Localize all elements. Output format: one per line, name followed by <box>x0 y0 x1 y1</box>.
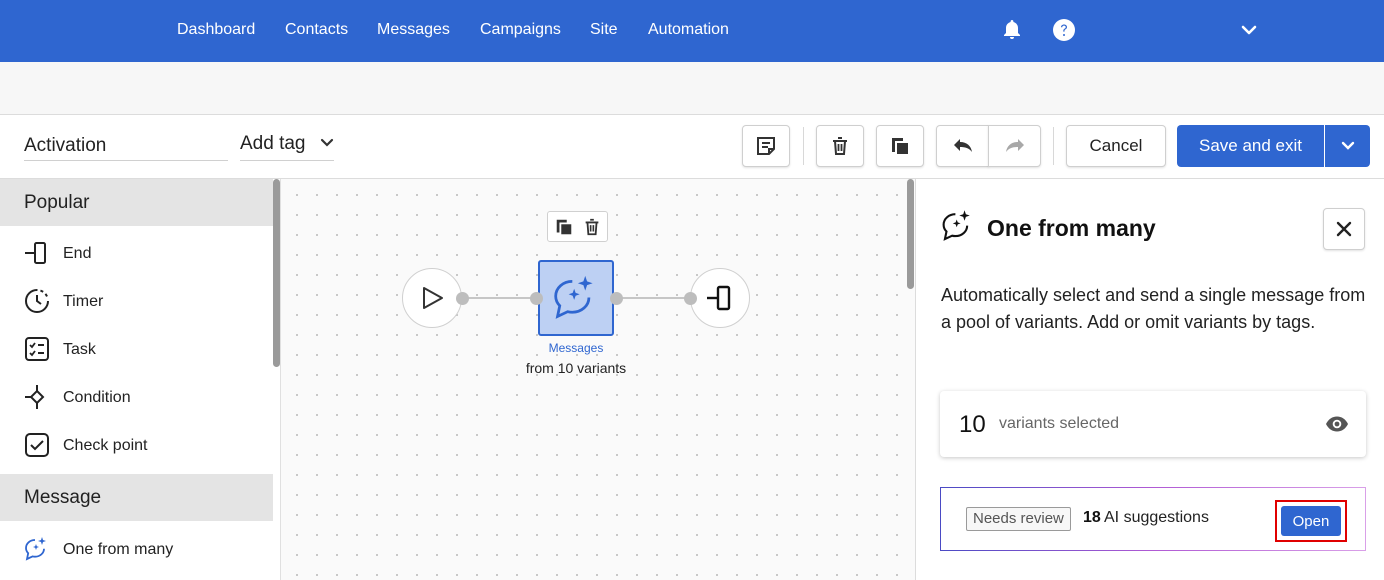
palette-item-end[interactable]: End <box>0 231 273 275</box>
duplicate-button[interactable] <box>876 125 924 167</box>
toolbar-divider <box>803 127 804 165</box>
node-caption-link[interactable]: Messages <box>526 341 626 355</box>
copy-icon <box>892 138 908 154</box>
start-node[interactable] <box>402 268 462 328</box>
connector-port[interactable] <box>684 292 697 305</box>
undo-icon <box>953 139 972 152</box>
copy-icon[interactable] <box>554 217 574 237</box>
condition-icon <box>24 384 50 410</box>
end-icon <box>707 285 731 311</box>
open-button-highlight: Open <box>1275 500 1347 542</box>
panel-title: One from many <box>987 215 1156 241</box>
sparkle-chat-icon <box>941 209 975 243</box>
nav-automation[interactable]: Automation <box>648 21 729 39</box>
end-icon <box>24 240 50 266</box>
palette-item-label: Check point <box>63 437 148 454</box>
palette-item-timer[interactable]: Timer <box>0 279 273 323</box>
connector-port[interactable] <box>456 292 469 305</box>
palette-item-condition[interactable]: Condition <box>0 375 273 419</box>
sparkle-chat-icon <box>24 536 50 562</box>
editor-toolbar: Add tag Cancel Save and exit <box>0 115 1384 179</box>
cancel-button[interactable]: Cancel <box>1066 125 1166 167</box>
delete-button[interactable] <box>816 125 864 167</box>
save-options-dropdown[interactable] <box>1325 125 1370 167</box>
trash-icon[interactable] <box>582 217 602 237</box>
ai-suggestions-card: Needs review 18 AI suggestions Open <box>940 487 1366 551</box>
workflow-canvas[interactable]: Messages from 10 variants <box>281 179 915 580</box>
connector-port[interactable] <box>610 292 623 305</box>
nav-dashboard[interactable]: Dashboard <box>177 21 255 39</box>
bell-icon[interactable] <box>1000 18 1024 42</box>
palette-item-label: Timer <box>63 293 104 310</box>
palette-item-label: Task <box>63 341 96 358</box>
close-button[interactable] <box>1323 208 1365 250</box>
save-and-exit-button[interactable]: Save and exit <box>1177 125 1324 167</box>
task-icon <box>24 336 50 362</box>
close-icon <box>1336 221 1352 237</box>
ai-suggestions-count: 18 <box>1083 509 1101 526</box>
variants-count: 10 <box>959 411 986 438</box>
node-toolbar <box>547 211 608 242</box>
note-icon <box>757 137 775 155</box>
status-badge: Needs review <box>966 507 1071 531</box>
top-navigation: Dashboard Contacts Messages Campaigns Si… <box>0 0 1384 62</box>
chevron-down-icon <box>1341 141 1354 150</box>
add-tag-label: Add tag <box>240 133 306 154</box>
timer-icon <box>24 288 50 314</box>
undo-button[interactable] <box>936 125 989 167</box>
add-tag-dropdown[interactable]: Add tag <box>240 125 334 161</box>
chevron-down-icon <box>320 138 334 147</box>
palette-item-one-from-many[interactable]: One from many <box>0 527 273 571</box>
open-button[interactable]: Open <box>1281 506 1341 536</box>
connector-port[interactable] <box>530 292 543 305</box>
notes-button[interactable] <box>742 125 790 167</box>
palette-item-label: Condition <box>63 389 131 406</box>
sidebar-scrollbar[interactable] <box>273 179 280 367</box>
palette-item-task[interactable]: Task <box>0 327 273 371</box>
sparkle-chat-icon <box>554 275 593 319</box>
variants-summary-card: 10 variants selected <box>940 391 1366 457</box>
redo-icon <box>1005 139 1024 152</box>
check-point-icon <box>24 432 50 458</box>
connector-line <box>462 297 538 299</box>
step-details-panel: One from many Automatically select and s… <box>915 179 1384 580</box>
play-icon <box>423 287 443 309</box>
redo-button[interactable] <box>988 125 1041 167</box>
variants-label: variants selected <box>999 415 1120 432</box>
chevron-down-icon[interactable] <box>1237 18 1261 42</box>
nav-site[interactable]: Site <box>590 21 618 39</box>
end-node[interactable] <box>690 268 750 328</box>
palette-item-label: One from many <box>63 541 174 558</box>
palette-item-label: End <box>63 245 92 262</box>
palette-item-check-point[interactable]: Check point <box>0 423 273 467</box>
help-icon[interactable] <box>1052 18 1076 42</box>
nav-campaigns[interactable]: Campaigns <box>480 21 561 39</box>
connector-line <box>614 297 690 299</box>
one-from-many-node[interactable] <box>538 260 614 336</box>
step-palette-sidebar: Popular End Timer Task Condition Check p… <box>0 179 281 580</box>
node-caption: from 10 variants <box>525 360 627 376</box>
canvas-scrollbar[interactable] <box>907 179 914 289</box>
toolbar-divider <box>1053 127 1054 165</box>
nav-contacts[interactable]: Contacts <box>285 21 348 39</box>
panel-description: Automatically select and send a single m… <box>941 285 1366 332</box>
nav-messages[interactable]: Messages <box>377 21 450 39</box>
section-message: Message <box>0 474 273 521</box>
sub-header-bar <box>0 62 1384 115</box>
eye-icon[interactable] <box>1325 413 1349 435</box>
automation-title-input[interactable] <box>24 125 228 161</box>
section-popular: Popular <box>0 179 273 226</box>
trash-icon <box>833 137 847 155</box>
ai-suggestions-label: AI suggestions <box>1104 509 1209 526</box>
